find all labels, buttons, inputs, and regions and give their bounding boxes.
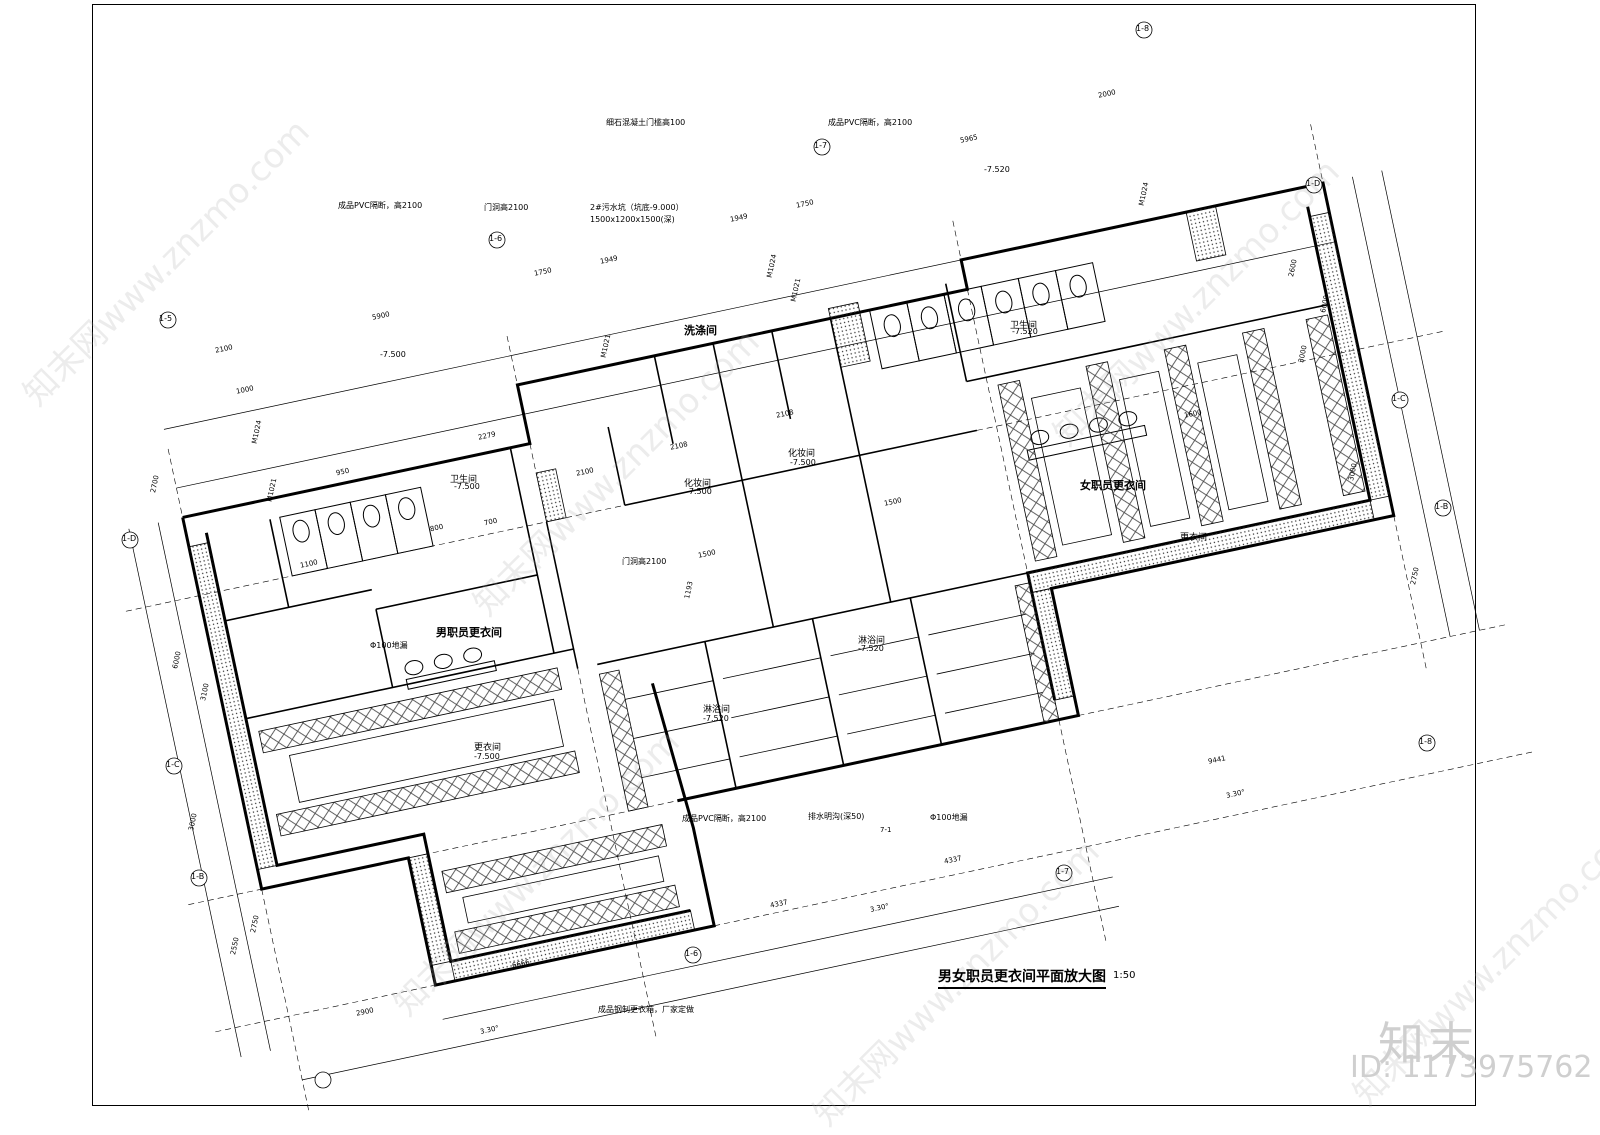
annotation-door-opening-top: 门洞高2100 (484, 203, 529, 212)
elevation-label: -7.520 (703, 714, 729, 723)
asset-id-label: ID: 1173975762 (1350, 1050, 1593, 1085)
drawing-border (92, 4, 1476, 1106)
room-male-locker: 男职员更衣间 (436, 626, 502, 639)
elevation-label: -7.500 (380, 350, 406, 359)
annotation-pvc-top: 成品PVC隔断，高2100 (828, 118, 913, 127)
axis-label-1-C-left: 1-C (166, 760, 180, 769)
annotation-door-opening-mid: 门洞高2100 (622, 557, 667, 566)
annotation-sump: 2#污水坑（坑底-9.000） (590, 203, 684, 212)
axis-label-1-D-left: 1-D (122, 534, 137, 543)
axis-label-1-C-right: 1-C (1392, 394, 1406, 403)
room-change-right: 更衣间 (1180, 533, 1208, 543)
axis-label-1-6-top: 1-6 (489, 234, 503, 243)
elevation-label: -7.500 (686, 487, 712, 496)
annotation-locker-note: 成品钢制更衣箱，厂家定做 (598, 1005, 694, 1014)
room-laundry: 洗涤间 (684, 324, 717, 337)
axis-label-1-B-left: 1-B (191, 872, 205, 881)
elevation-label: -7.500 (454, 482, 480, 491)
axis-label-1-6-bottom: 1-6 (685, 949, 699, 958)
drawing-scale: 1:50 (1113, 970, 1136, 981)
axis-label-1-D-right: 1-D (1306, 179, 1321, 188)
elevation-label: -7.500 (790, 458, 816, 467)
annotation-pvc-left: 成品PVC隔断，高2100 (338, 201, 423, 210)
elevation-label: -7.500 (474, 752, 500, 761)
axis-label-1-5-top: 1-5 (159, 314, 173, 323)
annotation-threshold: 细石混凝土门槛高100 (606, 118, 686, 127)
drawing-title: 男女职员更衣间平面放大图 (938, 966, 1106, 989)
axis-label-1-7-top: 1-7 (814, 141, 828, 150)
annotation-pvc-bottom: 成品PVC隔断，高2100 (682, 814, 767, 823)
axis-label-1-8-top: 1-8 (1136, 24, 1150, 33)
axis-label-1-7-bottom: 1-7 (1056, 867, 1070, 876)
annotation-floor-drain-right: Φ100地漏 (930, 813, 968, 822)
annotation-sump-size: 1500x1200x1500(深) (590, 215, 675, 224)
elevation-label: -7.520 (984, 165, 1010, 174)
elevation-label: -7.520 (858, 644, 884, 653)
room-female-locker: 女职员更衣间 (1080, 479, 1146, 492)
elevation-label: -7.520 (1012, 327, 1038, 336)
axis-label-1-8-bottom: 1-8 (1419, 737, 1433, 746)
axis-label-1-B-right: 1-B (1435, 502, 1449, 511)
annotation-open-drain: 排水明沟(深50) (808, 812, 865, 821)
annotation-floor-drain-left: Φ100地漏 (370, 641, 408, 650)
annotation-section-mark: 7-1 (880, 826, 892, 834)
